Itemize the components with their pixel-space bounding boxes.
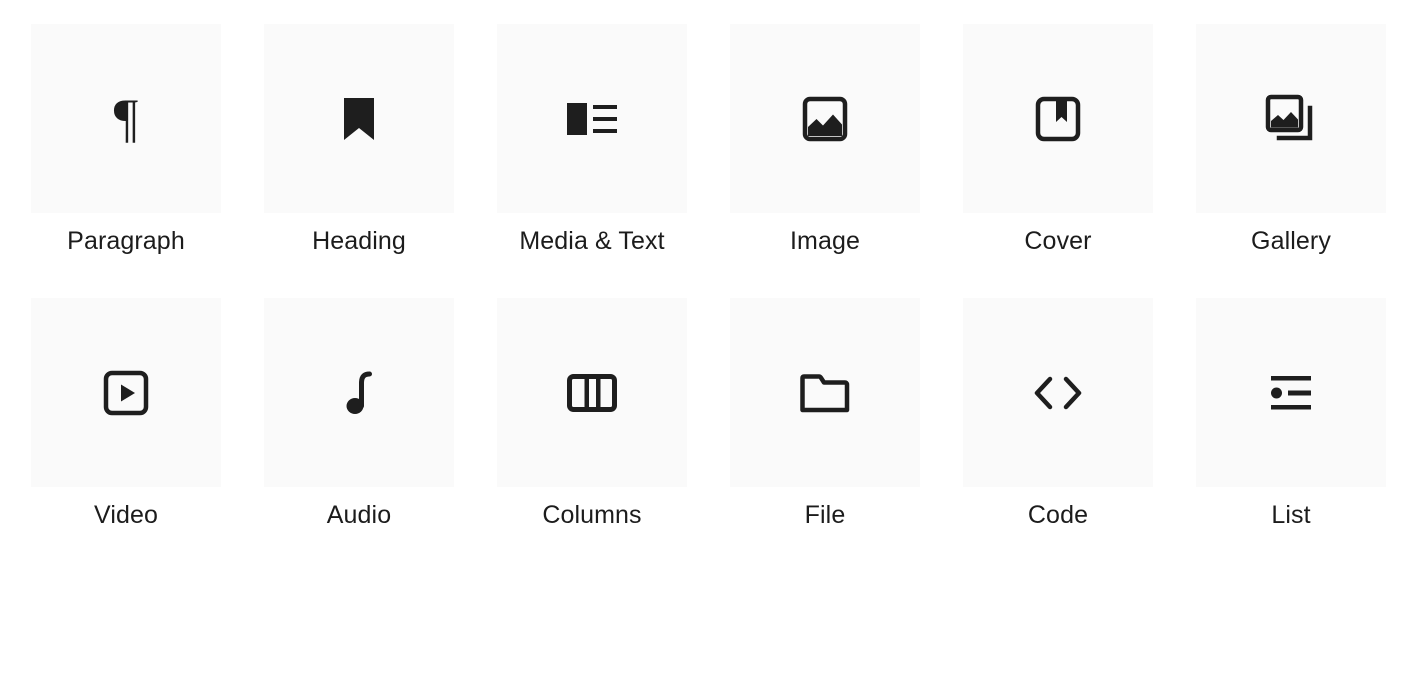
block-tile-cover[interactable] [963,24,1153,213]
block-item-image[interactable]: Image [730,24,920,257]
block-item-audio[interactable]: Audio [264,298,454,531]
block-tile-code[interactable] [963,298,1153,487]
block-item-gallery[interactable]: Gallery [1196,24,1386,257]
block-label: List [1271,501,1311,529]
block-label: Media & Text [519,227,665,255]
block-item-file[interactable]: File [730,298,920,531]
block-tile-gallery[interactable] [1196,24,1386,213]
block-item-columns[interactable]: Columns [497,298,687,531]
video-play-icon [98,365,154,421]
media-and-text-icon [564,91,620,147]
heading-bookmark-icon [331,91,387,147]
block-tile-heading[interactable] [264,24,454,213]
block-label: Code [1027,501,1089,529]
image-icon [797,91,853,147]
audio-note-icon [331,365,387,421]
block-tile-list[interactable] [1196,298,1386,487]
block-tile-media-and-text[interactable] [497,24,687,213]
list-icon [1263,365,1319,421]
block-label: File [804,501,846,529]
block-tile-file[interactable] [730,298,920,487]
block-inserter-grid: ¶ Paragraph Heading Media & Text Image C… [31,24,1388,531]
block-item-video[interactable]: Video [31,298,221,531]
block-tile-video[interactable] [31,298,221,487]
block-tile-image[interactable] [730,24,920,213]
block-label: Columns [542,501,642,529]
paragraph-pilcrow-icon: ¶ [113,87,139,148]
code-angle-brackets-icon [1030,365,1086,421]
block-item-paragraph[interactable]: ¶ Paragraph [31,24,221,257]
block-label: Cover [1024,227,1092,255]
block-label: Video [94,501,158,529]
block-label: Heading [312,227,406,255]
block-label: Gallery [1251,227,1331,255]
block-item-cover[interactable]: Cover [963,24,1153,257]
block-tile-columns[interactable] [497,298,687,487]
cover-icon [1030,91,1086,147]
block-item-media-and-text[interactable]: Media & Text [497,24,687,257]
block-label: Audio [326,501,392,529]
block-item-code[interactable]: Code [963,298,1153,531]
file-folder-icon [797,365,853,421]
block-tile-paragraph[interactable]: ¶ [31,24,221,213]
gallery-icon [1263,91,1319,147]
block-label: Paragraph [67,227,185,255]
block-item-heading[interactable]: Heading [264,24,454,257]
block-item-list[interactable]: List [1196,298,1386,531]
block-tile-audio[interactable] [264,298,454,487]
block-label: Image [790,227,860,255]
columns-icon [564,365,620,421]
